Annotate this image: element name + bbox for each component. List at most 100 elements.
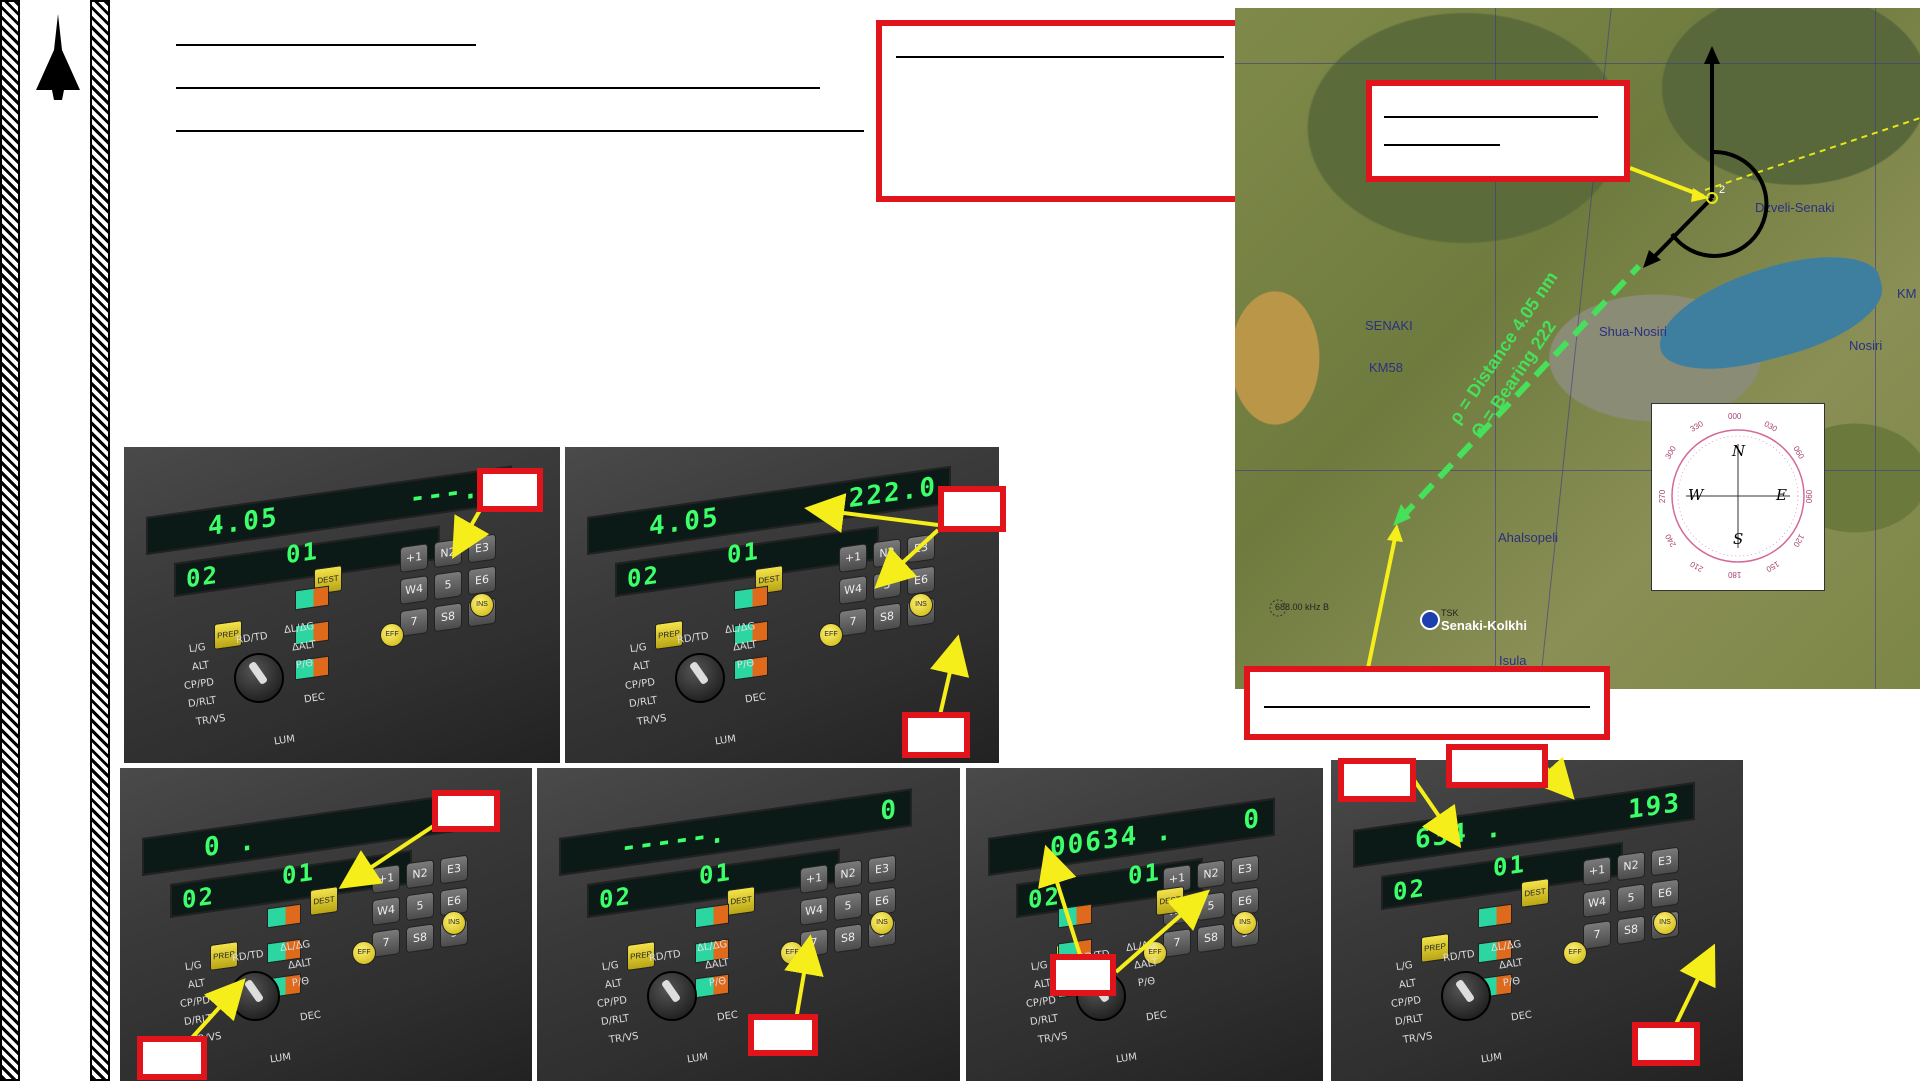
selector-knob[interactable] — [234, 653, 284, 703]
key-5[interactable]: 5 — [1617, 883, 1645, 914]
eff-button[interactable]: EFF — [1563, 941, 1587, 965]
pcn-wp-b: 01 — [1493, 849, 1526, 883]
selector-label-lg: L/G — [188, 641, 207, 656]
key-3[interactable]: E3 — [868, 854, 896, 885]
pcn-left-value: -----. — [621, 818, 727, 864]
key-3[interactable]: E3 — [1651, 846, 1679, 877]
key-2[interactable]: N2 — [406, 859, 434, 890]
key-2[interactable]: N2 — [834, 859, 862, 890]
key-5[interactable]: 5 — [406, 891, 434, 922]
title-line-3 — [176, 130, 864, 132]
key-7[interactable]: 7 — [1163, 928, 1191, 958]
selector-label-dalt: ΔALT — [1133, 957, 1159, 972]
key-4[interactable]: W4 — [800, 896, 828, 926]
panel-callout-3 — [902, 712, 970, 758]
selector-label-ptheta: P/Θ — [1137, 975, 1156, 990]
selector-label-dec: DEC — [299, 1009, 322, 1024]
key-8[interactable]: S8 — [873, 602, 901, 633]
key-3[interactable]: E3 — [1231, 854, 1259, 885]
key-1[interactable]: +1 — [839, 543, 867, 573]
mode-button-1[interactable] — [734, 585, 768, 611]
mode-button-1[interactable] — [695, 903, 729, 929]
key-5[interactable]: 5 — [434, 570, 462, 601]
key-3[interactable]: E3 — [440, 854, 468, 885]
eff-button[interactable]: EFF — [352, 941, 376, 965]
key-8[interactable]: S8 — [406, 923, 434, 954]
key-2[interactable]: N2 — [1197, 859, 1225, 890]
aircraft-icon — [36, 14, 80, 100]
key-4[interactable]: W4 — [839, 575, 867, 605]
eff-button[interactable]: EFF — [380, 623, 404, 647]
selector-label-lg: L/G — [1395, 959, 1414, 974]
ins-button[interactable]: INS — [1233, 911, 1257, 935]
key-6[interactable]: E6 — [1651, 878, 1679, 909]
key-8[interactable]: S8 — [1617, 915, 1645, 946]
key-2[interactable]: N2 — [434, 538, 462, 569]
selector-label-dec: DEC — [744, 691, 767, 706]
ins-button[interactable]: INS — [442, 911, 466, 935]
keypad-grid: +1N2E3W45E67S89 — [839, 533, 935, 637]
mode-button-1[interactable] — [267, 903, 301, 929]
eff-button[interactable]: EFF — [819, 623, 843, 647]
ins-button[interactable]: INS — [1653, 911, 1677, 935]
key-7[interactable]: 7 — [839, 607, 867, 637]
key-7[interactable]: 7 — [800, 928, 828, 958]
key-7[interactable]: 7 — [1583, 920, 1611, 950]
key-8[interactable]: S8 — [834, 923, 862, 954]
key-7[interactable]: 7 — [400, 607, 428, 637]
selector-knob[interactable] — [1441, 971, 1491, 1021]
key-7[interactable]: 7 — [372, 928, 400, 958]
selector-label-ptheta: P/Θ — [291, 975, 310, 990]
selector-knob[interactable] — [230, 971, 280, 1021]
key-1[interactable]: +1 — [800, 864, 828, 894]
selector-label-alt: ALT — [1398, 977, 1417, 992]
key-3[interactable]: E3 — [468, 533, 496, 564]
key-5[interactable]: 5 — [1197, 891, 1225, 922]
key-6[interactable]: E6 — [907, 565, 935, 596]
mode-button-1[interactable] — [295, 585, 329, 611]
mode-button-1[interactable] — [1478, 903, 1512, 929]
selector-label-cppd: CP/PD — [1390, 994, 1422, 1011]
selector-label-lum: LUM — [714, 733, 737, 748]
eff-button[interactable]: EFF — [780, 941, 804, 965]
key-8[interactable]: S8 — [434, 602, 462, 633]
right-rail-hatch — [90, 0, 110, 1081]
selector-label-dalt: ΔALT — [291, 639, 317, 654]
selector-knob[interactable] — [647, 971, 697, 1021]
dest-button[interactable]: DEST — [1156, 886, 1184, 916]
dest-button[interactable]: DEST — [727, 886, 755, 916]
selector-label-drlt: D/RLT — [1394, 1013, 1424, 1028]
key-6[interactable]: E6 — [468, 565, 496, 596]
key-2[interactable]: N2 — [1617, 851, 1645, 882]
dest-button[interactable]: DEST — [1521, 878, 1549, 908]
ins-button[interactable]: INS — [909, 593, 933, 617]
selector-label-dalt: ΔALT — [287, 957, 313, 972]
key-8[interactable]: S8 — [1197, 923, 1225, 954]
compass-w: W — [1688, 486, 1704, 504]
panel-callout-2 — [938, 486, 1006, 532]
ins-button[interactable]: INS — [470, 593, 494, 617]
pcn-right-value: 193 — [1628, 787, 1681, 826]
key-5[interactable]: 5 — [834, 891, 862, 922]
key-1[interactable]: +1 — [372, 864, 400, 894]
key-4[interactable]: W4 — [1583, 888, 1611, 918]
selector-label-drlt: D/RLT — [187, 695, 217, 710]
selector-label-dec: DEC — [303, 691, 326, 706]
selector-label-dalt: ΔALT — [1498, 957, 1524, 972]
selector-label-lum: LUM — [273, 733, 296, 748]
dest-button[interactable]: DEST — [310, 886, 338, 916]
selector-label-lg: L/G — [1030, 959, 1049, 974]
selector-knob[interactable] — [675, 653, 725, 703]
key-4[interactable]: W4 — [372, 896, 400, 926]
selector-label-trvs: TR/VS — [608, 1030, 640, 1047]
key-5[interactable]: 5 — [873, 570, 901, 601]
key-3[interactable]: E3 — [907, 533, 935, 564]
panel-callout-9 — [1446, 744, 1548, 788]
key-4[interactable]: W4 — [400, 575, 428, 605]
key-1[interactable]: +1 — [400, 543, 428, 573]
selector-label-alt: ALT — [187, 977, 206, 992]
mode-button-1[interactable] — [1058, 903, 1092, 929]
key-2[interactable]: N2 — [873, 538, 901, 569]
ins-button[interactable]: INS — [870, 911, 894, 935]
key-1[interactable]: +1 — [1583, 856, 1611, 886]
